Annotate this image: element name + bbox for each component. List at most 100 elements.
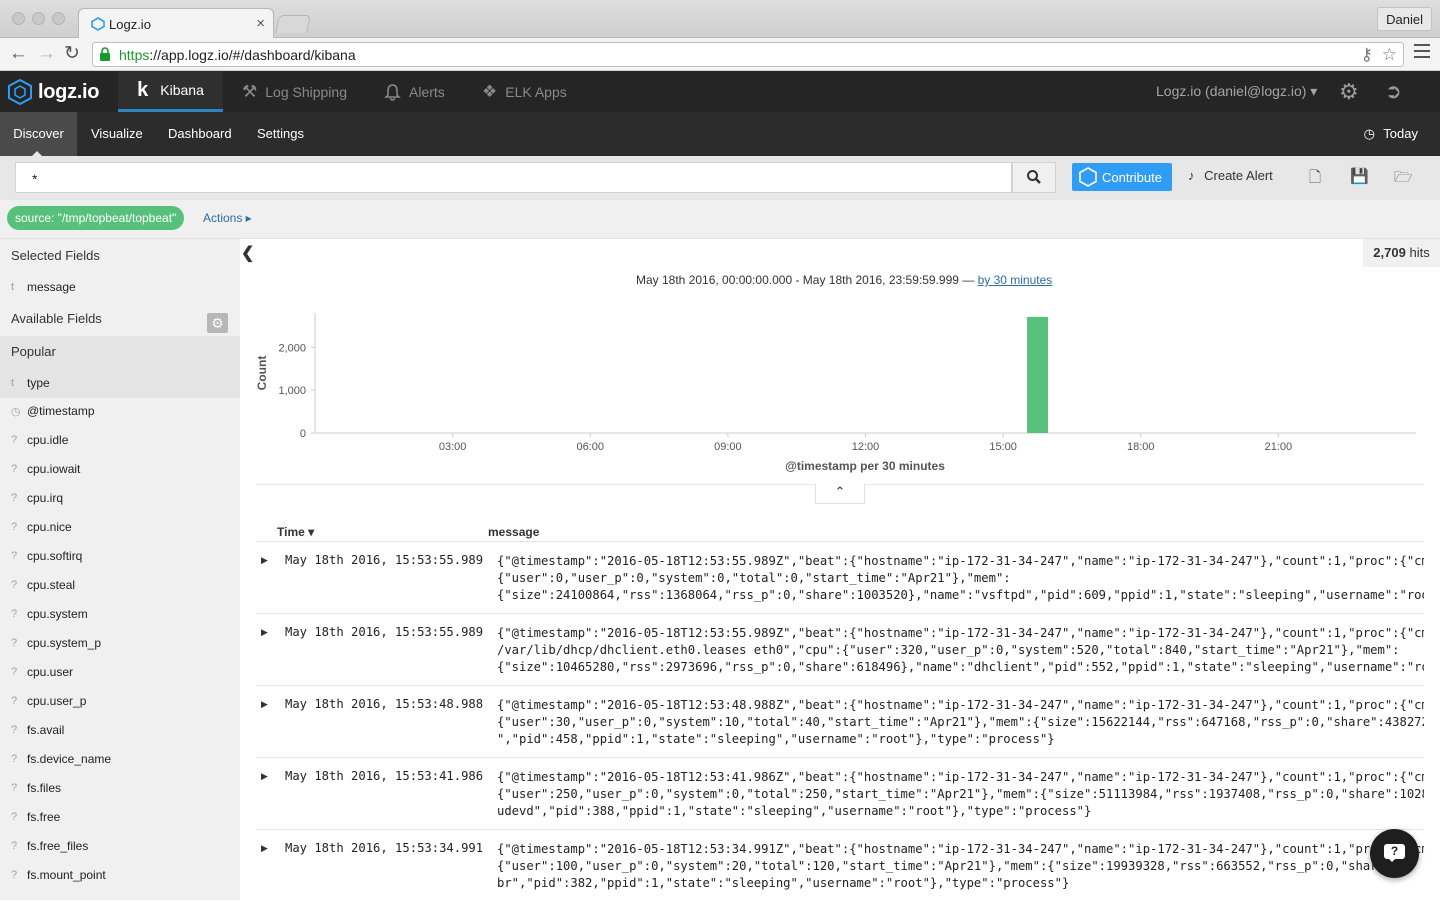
time-picker-label: Today [1383, 126, 1418, 141]
new-tab-button[interactable] [275, 15, 311, 33]
account-menu[interactable]: Logz.io (daniel@logz.io) ▾ [1156, 83, 1317, 100]
logout-icon[interactable]: ➲ [1385, 79, 1402, 104]
expand-row-caret-icon[interactable]: ▶ [261, 699, 268, 710]
field-settings-gear-icon[interactable]: ⚙ [207, 313, 228, 333]
filter-pill-source[interactable]: source: "/tmp/topbeat/topbeat" [7, 206, 185, 230]
selected-fields-heading: Selected Fields [11, 248, 100, 263]
contribute-button[interactable]: Contribute [1072, 163, 1172, 191]
field-item[interactable]: ◷ @timestamp [0, 397, 240, 426]
field-item[interactable]: ? cpu.user [0, 658, 240, 687]
app-header: logz.io k Kibana ⚒ Log Shipping Alerts ❖… [0, 71, 1440, 112]
field-name: fs.free [27, 810, 61, 824]
y-tick-label: 2,000 [278, 342, 306, 354]
field-item[interactable]: ? cpu.nice [0, 513, 240, 542]
forward-arrow-icon[interactable]: → [37, 43, 56, 65]
collapse-sidebar-chevron-icon[interactable]: ❮ [241, 243, 259, 265]
table-row[interactable]: ▶ May 18th 2016, 15:53:48.988 {"@timestamp… [256, 685, 1424, 757]
expand-row-caret-icon[interactable]: ▶ [261, 627, 268, 638]
column-header-message[interactable]: message [488, 525, 539, 539]
nav-alerts[interactable]: Alerts [384, 71, 445, 112]
interval-link[interactable]: by 30 minutes [978, 273, 1053, 287]
url-scheme: https [119, 47, 150, 63]
reload-icon[interactable]: ↻ [64, 43, 80, 65]
nav-alerts-label: Alerts [409, 83, 445, 100]
filter-actions-link[interactable]: Actions ▸ [203, 211, 252, 225]
expand-row-caret-icon[interactable]: ▶ [261, 771, 268, 782]
gear-icon[interactable]: ⚙ [1339, 79, 1359, 105]
field-type-icon: ? [11, 869, 18, 881]
nav-elk-apps[interactable]: ❖ ELK Apps [482, 71, 567, 112]
url-text: https://app.logz.io/#/dashboard/kibana [119, 47, 356, 63]
nav-kibana[interactable]: k Kibana [118, 71, 223, 112]
nav-log-shipping[interactable]: ⚒ Log Shipping [242, 71, 347, 112]
close-window-button[interactable] [12, 12, 25, 25]
column-header-time[interactable]: Time ▾ [277, 525, 314, 539]
field-item[interactable]: ? cpu.idle [0, 426, 240, 455]
tab-close-icon[interactable]: × [256, 15, 265, 32]
table-row[interactable]: ▶ May 18th 2016, 15:53:41.986 {"@timestamp… [256, 757, 1424, 829]
field-name: cpu.steal [27, 578, 76, 592]
date-range-text: May 18th 2016, 00:00:00.000 - May 18th 2… [636, 273, 978, 287]
collapse-chart-chevron-up-icon[interactable]: ⌃ [815, 484, 865, 504]
table-row[interactable]: ▶ May 18th 2016, 15:53:34.991 {"@timestamp… [256, 829, 1424, 901]
popular-heading: Popular [11, 344, 56, 359]
field-item[interactable]: ? fs.mount_point [0, 861, 240, 890]
minimize-window-button[interactable] [32, 12, 45, 25]
expand-row-caret-icon[interactable]: ▶ [261, 843, 268, 854]
filter-bar: source: "/tmp/topbeat/topbeat" Actions ▸ [0, 200, 1440, 239]
field-item[interactable]: ? fs.avail [0, 716, 240, 745]
tab-visualize[interactable]: Visualize [91, 112, 143, 156]
field-name: cpu.nice [27, 520, 72, 534]
tab-dashboard[interactable]: Dashboard [168, 112, 232, 156]
field-type-icon: ? [11, 695, 18, 707]
tab-discover[interactable]: Discover [0, 112, 77, 157]
tab-settings[interactable]: Settings [257, 112, 304, 156]
popular-field-type[interactable]: t type [0, 369, 240, 398]
row-message: {"@timestamp":"2016-05-18T12:53:55.989Z"… [497, 626, 1424, 674]
field-item[interactable]: ? fs.free_files [0, 832, 240, 861]
field-name: @timestamp [27, 404, 95, 418]
search-button[interactable] [1012, 162, 1056, 193]
key-icon[interactable]: ⚷ [1361, 45, 1373, 65]
table-row[interactable]: ▶ May 18th 2016, 15:53:55.989 {"@timestamp… [256, 541, 1424, 613]
histogram-chart: 0 1,000 2,000 03:00 06:00 09:00 12:00 15:00 18:0… [255, 313, 1416, 473]
address-bar[interactable]: https://app.logz.io/#/dashboard/kibana ⚷… [92, 42, 1404, 67]
field-item[interactable]: ? cpu.steal [0, 571, 240, 600]
field-item[interactable]: ? cpu.iowait [0, 455, 240, 484]
expand-row-caret-icon[interactable]: ▶ [261, 555, 268, 566]
field-type-icon: ? [11, 753, 18, 765]
logo[interactable]: logz.io [8, 79, 100, 105]
hits-number: 2,709 [1373, 245, 1406, 260]
field-item[interactable]: ? fs.free [0, 803, 240, 832]
time-picker[interactable]: ◷ Today [1364, 126, 1418, 142]
field-item[interactable]: ? cpu.system [0, 600, 240, 629]
field-item[interactable]: ? cpu.irq [0, 484, 240, 513]
new-search-icon[interactable]: 🗋 [1309, 167, 1321, 192]
create-alert-button[interactable]: ♪ Create Alert [1188, 168, 1273, 183]
table-row[interactable]: ▶ May 18th 2016, 15:53:55.989 {"@timestamp… [256, 613, 1424, 685]
field-item[interactable]: ? fs.device_name [0, 745, 240, 774]
browser-tab-logzio[interactable]: Logz.io × [78, 8, 274, 39]
search-input[interactable]: * [15, 162, 1012, 193]
field-item[interactable]: ? cpu.system_p [0, 629, 240, 658]
save-search-icon[interactable]: 💾 [1350, 167, 1369, 185]
back-arrow-icon[interactable]: ← [9, 43, 28, 65]
x-tick-label: 18:00 [1127, 441, 1155, 453]
chat-support-button[interactable]: ? [1370, 829, 1419, 878]
selected-field-message[interactable]: t message [0, 273, 240, 302]
lock-icon [100, 47, 110, 61]
field-name: fs.free_files [27, 839, 89, 853]
profile-button[interactable]: Daniel [1377, 7, 1432, 31]
field-item[interactable]: ? fs.files [0, 774, 240, 803]
field-item[interactable]: ? cpu.softirq [0, 542, 240, 571]
bookmark-star-icon[interactable]: ☆ [1382, 45, 1397, 65]
browser-menu-icon[interactable] [1414, 44, 1430, 58]
available-fields-heading: Available Fields [11, 311, 102, 326]
zoom-window-button[interactable] [52, 12, 65, 25]
open-search-icon[interactable]: 🗁 [1394, 167, 1413, 192]
histogram-bar[interactable] [1027, 316, 1048, 433]
field-item[interactable]: ? cpu.user_p [0, 687, 240, 716]
create-alert-label: Create Alert [1204, 168, 1273, 183]
date-range: May 18th 2016, 00:00:00.000 - May 18th 2… [636, 273, 1052, 287]
field-name: cpu.idle [27, 433, 69, 447]
